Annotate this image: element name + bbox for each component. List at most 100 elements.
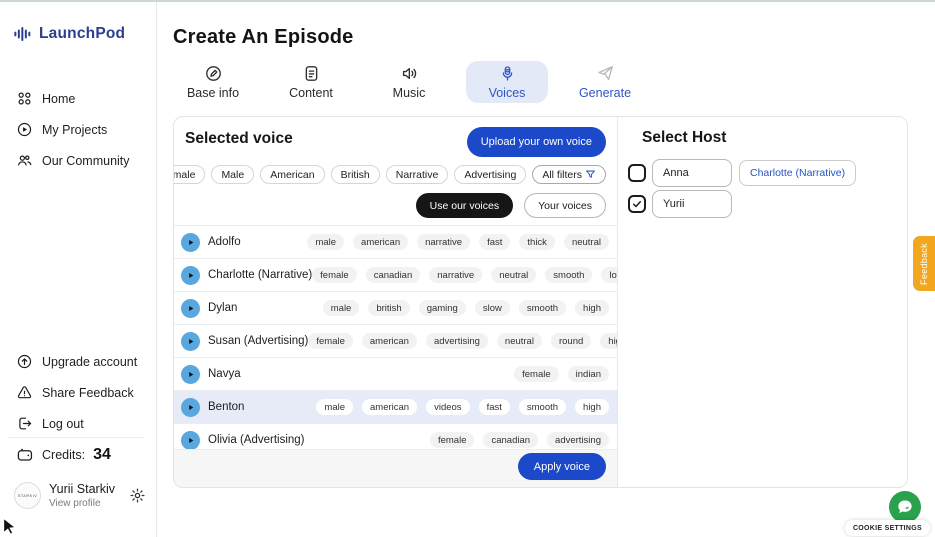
warning-triangle-icon — [16, 384, 33, 401]
host-checkbox-yurii[interactable] — [628, 195, 646, 213]
sidebar: LaunchPod Home My Projects Our Community — [0, 0, 157, 537]
avatar: STARKIV — [14, 482, 41, 509]
play-voice-button[interactable] — [181, 365, 200, 384]
gear-icon[interactable] — [129, 487, 146, 504]
voice-tag: female — [308, 333, 353, 349]
user-profile: STARKIV Yurii Starkiv View profile — [14, 482, 146, 509]
upload-circle-icon — [16, 353, 33, 370]
all-filters-chip[interactable]: All filters — [532, 165, 606, 184]
voice-tag: narrative — [417, 234, 470, 250]
voice-tag: neutral — [564, 234, 609, 250]
voice-tag: canadian — [366, 267, 421, 283]
sidebar-item-upgrade-account[interactable]: Upgrade account — [0, 346, 156, 377]
page-title: Create An Episode — [173, 26, 353, 49]
voice-name: Olivia (Advertising) — [208, 434, 305, 446]
tab-generate[interactable]: Generate — [564, 61, 646, 103]
all-filters-label: All filters — [542, 169, 582, 181]
play-voice-button[interactable] — [181, 431, 200, 450]
view-profile-link[interactable]: View profile — [49, 498, 129, 509]
voice-row-benton[interactable]: Benton male american videos fast — [174, 390, 617, 423]
play-circle-icon — [16, 121, 33, 138]
tab-voices[interactable]: Voices — [466, 61, 548, 103]
host-voice-chip[interactable]: Charlotte (Narrative) — [739, 160, 856, 186]
voice-name: Adolfo — [208, 236, 241, 248]
play-voice-button[interactable] — [181, 299, 200, 318]
filter-chip-american[interactable]: American — [260, 165, 324, 184]
funnel-icon — [585, 169, 596, 180]
voice-tag: female — [514, 366, 559, 382]
sidebar-item-log-out[interactable]: Log out — [0, 408, 156, 439]
voice-tag: smooth — [545, 267, 592, 283]
filter-chip-female[interactable]: Female — [173, 165, 205, 184]
credits-label: Credits: — [42, 448, 85, 462]
voice-name: Benton — [208, 401, 244, 413]
play-voice-button[interactable] — [181, 266, 200, 285]
voice-tag: american — [362, 333, 417, 349]
check-icon — [631, 198, 643, 210]
voice-tag: female — [312, 267, 357, 283]
voice-tag-list: male american videos fast smooth high — [316, 399, 609, 415]
voices-source-use-our-voices[interactable]: Use our voices — [416, 193, 513, 218]
voice-name: Charlotte (Narrative) — [208, 269, 312, 281]
voice-tag: neutral — [497, 333, 542, 349]
play-voice-button[interactable] — [181, 233, 200, 252]
voice-tag: female — [430, 432, 475, 448]
host-checkbox-anna[interactable] — [628, 164, 646, 182]
voice-name: Navya — [208, 368, 241, 380]
step-tabs: Base info Content Music Voices Generate — [172, 61, 646, 103]
host-name-input-yurii[interactable] — [652, 190, 732, 218]
play-voice-button[interactable] — [181, 332, 200, 351]
people-icon — [16, 152, 33, 169]
profile-name: Yurii Starkiv — [49, 482, 129, 496]
selected-voice-panel: Selected voice Upload your own voice Fem… — [174, 117, 617, 487]
filter-chip-british[interactable]: British — [331, 165, 380, 184]
voice-row-navya[interactable]: Navya female indian — [174, 357, 617, 390]
upload-own-voice-button[interactable]: Upload your own voice — [467, 127, 606, 157]
filter-chip-group: Female Male American British Narrative A… — [173, 165, 526, 184]
voice-row-olivia-advertising[interactable]: Olivia (Advertising) female canadian adv… — [174, 423, 617, 449]
voice-tag-list: male british gaming slow smooth high — [323, 300, 609, 316]
main-content: Create An Episode Base info Content Musi… — [157, 0, 935, 537]
sidebar-item-home[interactable]: Home — [0, 83, 156, 114]
paper-plane-icon — [596, 64, 615, 83]
play-voice-button[interactable] — [181, 398, 200, 417]
cookie-settings-button[interactable]: COOKIE SETTINGS — [845, 520, 930, 536]
tab-base-info[interactable]: Base info — [172, 61, 254, 103]
app-logo[interactable]: LaunchPod — [13, 24, 125, 44]
voices-card: Selected voice Upload your own voice Fem… — [173, 116, 908, 488]
voice-tag: british — [368, 300, 409, 316]
voice-tag: high — [600, 333, 617, 349]
sidebar-item-our-community[interactable]: Our Community — [0, 145, 156, 176]
voice-row-susan-advertising[interactable]: Susan (Advertising) female american adve… — [174, 324, 617, 357]
voice-tag: male — [323, 300, 360, 316]
voice-name: Dylan — [208, 302, 237, 314]
voice-tag: advertising — [547, 432, 609, 448]
tab-music[interactable]: Music — [368, 61, 450, 103]
filter-chip-advertising[interactable]: Advertising — [454, 165, 526, 184]
voice-tag: fast — [479, 234, 510, 250]
feedback-tab[interactable]: Feedback — [913, 236, 935, 291]
voice-list: Adolfo male american narrative fast — [174, 225, 617, 449]
voices-source-your-voices[interactable]: Your voices — [524, 193, 606, 218]
voice-row-adolfo[interactable]: Adolfo male american narrative fast — [174, 225, 617, 258]
voice-list-footer: Apply voice — [174, 449, 617, 487]
sidebar-item-share-feedback[interactable]: Share Feedback — [0, 377, 156, 408]
tab-content[interactable]: Content — [270, 61, 352, 103]
voice-tag-list: female indian — [514, 366, 609, 382]
host-name-input-anna[interactable] — [652, 159, 732, 187]
edit-icon — [204, 64, 223, 83]
voice-tag: high — [575, 300, 609, 316]
chat-widget-button[interactable] — [889, 491, 921, 523]
apply-voice-button[interactable]: Apply voice — [518, 453, 606, 480]
voice-tag: round — [551, 333, 591, 349]
play-icon — [185, 402, 196, 413]
grid-dots-icon — [16, 90, 33, 107]
voice-row-dylan[interactable]: Dylan male british gaming slow — [174, 291, 617, 324]
sidebar-item-my-projects[interactable]: My Projects — [0, 114, 156, 145]
play-icon — [185, 369, 196, 380]
speaker-icon — [400, 64, 419, 83]
filter-chip-male[interactable]: Male — [211, 165, 254, 184]
voice-row-charlotte-narrative[interactable]: Charlotte (Narrative) female canadian na… — [174, 258, 617, 291]
play-icon — [185, 336, 196, 347]
filter-chip-narrative[interactable]: Narrative — [386, 165, 449, 184]
